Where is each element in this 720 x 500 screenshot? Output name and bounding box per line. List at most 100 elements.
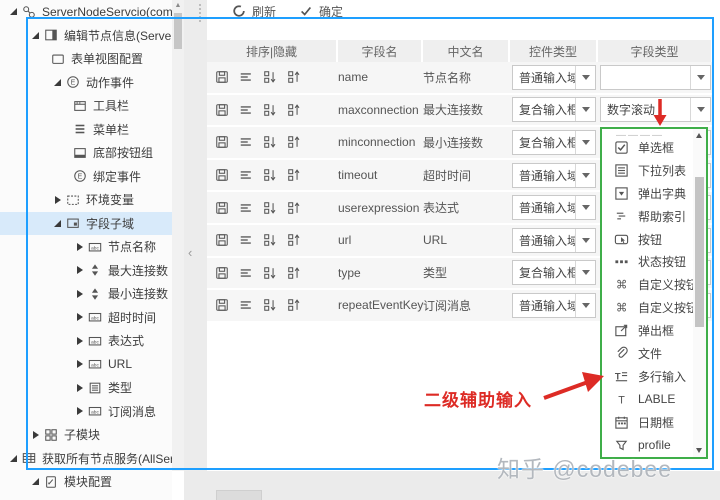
chevron-down-icon[interactable] [575,164,595,187]
confirm-button[interactable]: 确定 [298,3,343,20]
tree-item[interactable]: 工具栏 [0,94,172,118]
collapse-panel-chevron-icon[interactable]: ‹ [188,244,200,262]
expand-arrow-icon[interactable] [72,243,87,251]
tree-item[interactable]: abcURL [0,353,172,377]
chevron-down-icon[interactable] [575,66,595,89]
chevron-down-icon[interactable] [575,294,595,317]
tree-item[interactable]: ServerNodeServcio(com.ds.s [0,0,172,24]
dropdown-item[interactable]: 按钮 [602,228,706,251]
dropdown-scrollbar[interactable] [693,129,706,457]
row-justify-button[interactable] [238,70,253,85]
scroll-up-icon[interactable]: ▲ [174,2,182,10]
control-type-select[interactable]: 普通输入域 [512,228,596,253]
scrollbar-thumb[interactable] [695,177,704,327]
row-save-button[interactable] [214,70,229,85]
expand-arrow-icon[interactable] [72,407,87,415]
dropdown-item[interactable]: 弹出字典 [602,182,706,205]
expand-arrow-icon[interactable] [72,337,87,345]
row-sort-down-button[interactable] [262,135,277,150]
tree-item[interactable]: E绑定事件 [0,165,172,189]
tree-item[interactable]: 字段子域 [0,212,172,236]
row-sort-up-button[interactable] [286,135,301,150]
row-justify-button[interactable] [238,168,253,183]
expand-arrow-icon[interactable] [50,196,65,204]
dropdown-item[interactable]: 弹出框 [602,319,706,342]
tree-item[interactable]: abc订阅消息 [0,400,172,424]
row-save-button[interactable] [214,233,229,248]
dropdown-item[interactable]: 状态按钮 [602,250,706,273]
row-justify-button[interactable] [238,135,253,150]
row-sort-down-button[interactable] [262,233,277,248]
tree-scrollbar[interactable]: ▲ [172,0,184,471]
scrollbar-thumb[interactable] [174,13,182,49]
expand-arrow-icon[interactable] [6,455,21,462]
dropdown-item[interactable]: 单选框 [602,136,706,159]
bottom-tab[interactable] [216,490,262,500]
row-sort-up-button[interactable] [286,233,301,248]
tree-item[interactable]: 环境变量 [0,188,172,212]
chevron-down-icon[interactable] [575,229,595,252]
row-justify-button[interactable] [238,102,253,117]
row-sort-up-button[interactable] [286,298,301,313]
row-justify-button[interactable] [238,265,253,280]
chevron-down-icon[interactable] [575,98,595,121]
refresh-button[interactable]: 刷新 [231,3,276,20]
chevron-down-icon[interactable] [690,66,710,89]
tree-item[interactable]: 类型 [0,376,172,400]
tree-item[interactable]: 模块配置 [0,470,172,494]
row-sort-up-button[interactable] [286,70,301,85]
row-save-button[interactable] [214,102,229,117]
panel-splitter[interactable] [184,0,207,471]
dropdown-item[interactable]: 下拉列表 [602,159,706,182]
tree-item[interactable]: abc节点名称 [0,235,172,259]
control-type-select[interactable]: 复合输入框 [512,130,596,155]
tree-item[interactable]: 底部按钮组 [0,141,172,165]
row-save-button[interactable] [214,168,229,183]
dropdown-item[interactable]: ⌘自定义按钮 [602,296,706,319]
row-sort-down-button[interactable] [262,70,277,85]
dropdown-item[interactable]: profile [602,434,706,457]
field-type-select[interactable]: 数字滚动 [600,97,711,122]
expand-arrow-icon[interactable] [72,360,87,368]
tree-item[interactable]: 表单视图配置 [0,47,172,71]
tree-item[interactable]: 最小连接数 [0,282,172,306]
expand-arrow-icon[interactable] [72,384,87,392]
expand-arrow-icon[interactable] [72,290,87,298]
row-save-button[interactable] [214,135,229,150]
row-sort-up-button[interactable] [286,200,301,215]
row-justify-button[interactable] [238,233,253,248]
tree-item[interactable]: 编辑节点信息(ServerNod [0,24,172,48]
field-type-select[interactable] [600,65,711,90]
tree-item[interactable]: 获取所有节点服务(AllSer [0,447,172,471]
row-sort-down-button[interactable] [262,168,277,183]
row-sort-up-button[interactable] [286,102,301,117]
tree-item[interactable]: 菜单栏 [0,118,172,142]
row-justify-button[interactable] [238,298,253,313]
expand-arrow-icon[interactable] [50,220,65,227]
dropdown-item[interactable]: 文件 [602,342,706,365]
chevron-down-icon[interactable] [575,131,595,154]
expand-arrow-icon[interactable] [72,266,87,274]
row-save-button[interactable] [214,200,229,215]
control-type-select[interactable]: 普通输入域 [512,163,596,188]
dropdown-item[interactable]: TLABLE [602,388,706,411]
control-type-select[interactable]: 复合输入框 [512,260,596,285]
tree-item[interactable]: 子模块 [0,423,172,447]
control-type-select[interactable]: 普通输入域 [512,65,596,90]
control-type-select[interactable]: 普通输入域 [512,195,596,220]
dropdown-item[interactable]: T多行输入 [602,365,706,388]
chevron-down-icon[interactable] [575,196,595,219]
row-justify-button[interactable] [238,200,253,215]
row-sort-down-button[interactable] [262,265,277,280]
tree-item[interactable]: 最大连接数 [0,259,172,283]
row-save-button[interactable] [214,265,229,280]
row-sort-up-button[interactable] [286,265,301,280]
tree-item[interactable]: E动作事件 [0,71,172,95]
control-type-select[interactable]: 复合输入框 [512,97,596,122]
scroll-up-icon[interactable] [696,133,702,138]
expand-arrow-icon[interactable] [28,32,43,39]
tree-item[interactable]: abc超时时间 [0,306,172,330]
tree-item[interactable]: abc表达式 [0,329,172,353]
chevron-down-icon[interactable] [575,261,595,284]
expand-arrow-icon[interactable] [6,8,21,15]
